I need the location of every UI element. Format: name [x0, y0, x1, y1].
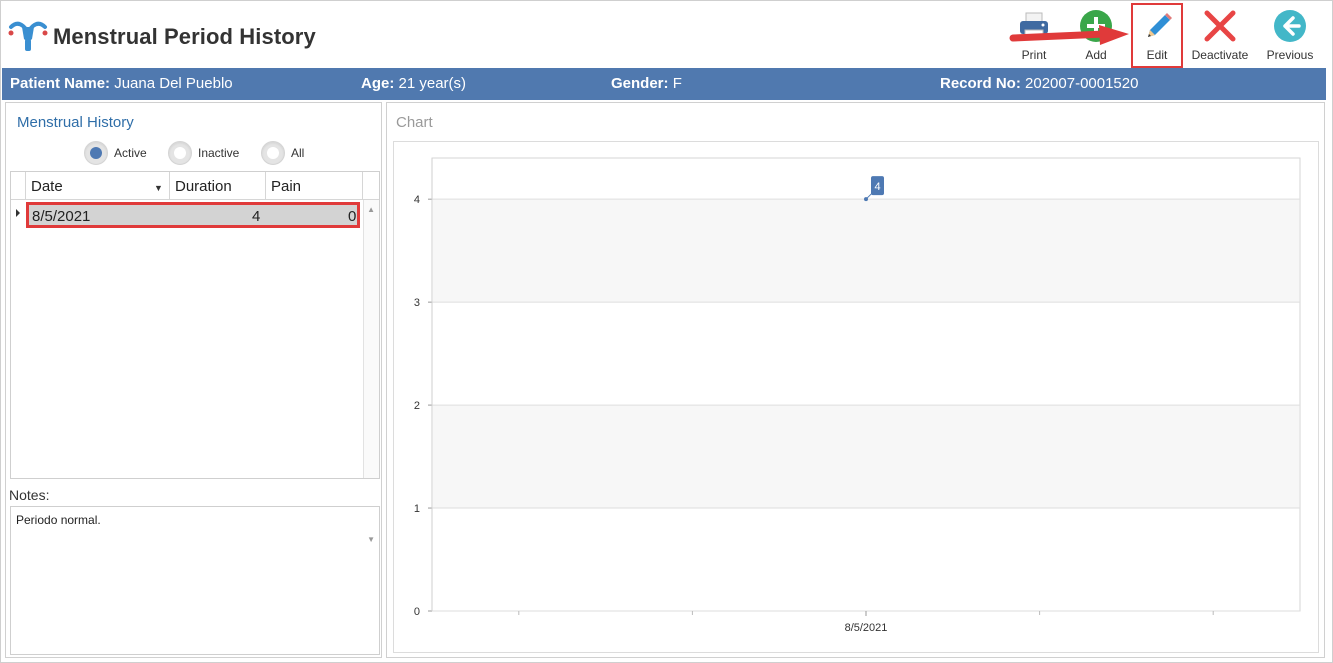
- column-header-pain[interactable]: Pain: [266, 172, 363, 200]
- patient-record-label: Record No:: [940, 75, 1021, 92]
- page-title: Menstrual Period History: [53, 24, 316, 49]
- deactivate-label: Deactivate: [1191, 48, 1249, 62]
- edit-label: Edit: [1146, 48, 1168, 62]
- grid-band: [433, 199, 1299, 303]
- app-window: Menstrual Period History Print Add Edit: [0, 0, 1333, 663]
- patient-gender: Gender: F: [611, 75, 682, 92]
- notes-field[interactable]: Periodo normal.: [10, 506, 380, 655]
- patient-name-value: Juana Del Pueblo: [114, 75, 233, 92]
- filter-inactive-radio[interactable]: Inactive: [168, 141, 239, 165]
- filter-inactive-label: Inactive: [198, 146, 240, 160]
- uterus-logo-icon: [8, 21, 48, 51]
- column-duration-label: Duration: [175, 178, 232, 195]
- patient-gender-label: Gender:: [611, 75, 669, 92]
- edit-button[interactable]: Edit: [1131, 3, 1183, 68]
- annotation-arrow-icon: [1009, 25, 1129, 45]
- dropdown-caret-icon[interactable]: ▼: [154, 183, 163, 193]
- close-x-icon: [1204, 10, 1236, 42]
- column-pain-label: Pain: [271, 178, 302, 195]
- y-tick-label: 1: [414, 503, 420, 515]
- chart-title: Chart: [396, 114, 433, 131]
- previous-button[interactable]: Previous: [1263, 7, 1317, 65]
- grid-indicator-header: [11, 172, 26, 200]
- patient-age-value: 21 year(s): [398, 75, 467, 92]
- notes-label: Notes:: [9, 487, 50, 503]
- grid-band: [433, 405, 1299, 509]
- radio-unchecked-icon: [261, 141, 285, 165]
- filter-all-label: All: [291, 146, 305, 160]
- table-row[interactable]: 8/5/2021 4 0: [26, 202, 360, 228]
- y-tick-label: 4: [414, 194, 420, 206]
- print-label: Print: [1021, 48, 1047, 62]
- patient-info-bar: Patient Name: Juana Del Pueblo Age: 21 y…: [2, 68, 1326, 100]
- y-tick-label: 3: [414, 297, 420, 309]
- cell-duration: 4: [252, 208, 261, 225]
- column-date-label: Date: [31, 178, 63, 195]
- patient-age-label: Age:: [361, 75, 395, 92]
- grid-header: Date ▼ Duration Pain: [11, 172, 379, 200]
- data-label: 4: [874, 181, 880, 193]
- chart-frame: 0 1 2 3 4 8/5/2021 4: [393, 141, 1319, 653]
- filter-active-radio[interactable]: Active: [84, 141, 147, 165]
- cell-date: 8/5/2021: [32, 208, 91, 225]
- scroll-up-icon[interactable]: ▲: [367, 205, 375, 214]
- y-tick-label: 2: [414, 400, 420, 412]
- filter-all-radio[interactable]: All: [261, 141, 304, 165]
- menstrual-history-panel: Menstrual History Active Inactive All Da…: [5, 102, 382, 658]
- patient-name: Patient Name: Juana Del Pueblo: [10, 75, 233, 92]
- history-grid: Date ▼ Duration Pain 8/5/2021 4 0 ▲ ▼: [10, 171, 380, 544]
- y-tick-label: 0: [414, 606, 420, 618]
- previous-label: Previous: [1266, 48, 1314, 62]
- deactivate-button[interactable]: Deactivate: [1189, 7, 1251, 65]
- chart-panel: Chart 0 1 2 3 4 8/5/2021 4: [386, 102, 1325, 658]
- cell-pain: 0: [348, 208, 357, 225]
- column-header-date[interactable]: Date ▼: [26, 172, 170, 200]
- radio-checked-icon: [84, 141, 108, 165]
- add-label: Add: [1085, 48, 1107, 62]
- patient-age: Age: 21 year(s): [361, 75, 466, 92]
- row-pointer-icon: [16, 209, 20, 217]
- pencil-icon: [1148, 13, 1172, 37]
- column-header-duration[interactable]: Duration: [170, 172, 266, 200]
- patient-record: Record No: 202007-0001520: [940, 75, 1138, 92]
- x-tick-label: 8/5/2021: [845, 622, 888, 634]
- patient-gender-value: F: [672, 75, 682, 92]
- patient-record-value: 202007-0001520: [1025, 75, 1139, 92]
- patient-name-label: Patient Name:: [10, 75, 111, 92]
- chart-svg: 0 1 2 3 4 8/5/2021 4: [414, 157, 1301, 634]
- filter-active-label: Active: [114, 146, 147, 160]
- arrow-left-icon: [1274, 10, 1306, 42]
- radio-unchecked-icon: [168, 141, 192, 165]
- menstrual-history-title: Menstrual History: [17, 114, 134, 131]
- grid-scrollbar[interactable]: [363, 200, 379, 478]
